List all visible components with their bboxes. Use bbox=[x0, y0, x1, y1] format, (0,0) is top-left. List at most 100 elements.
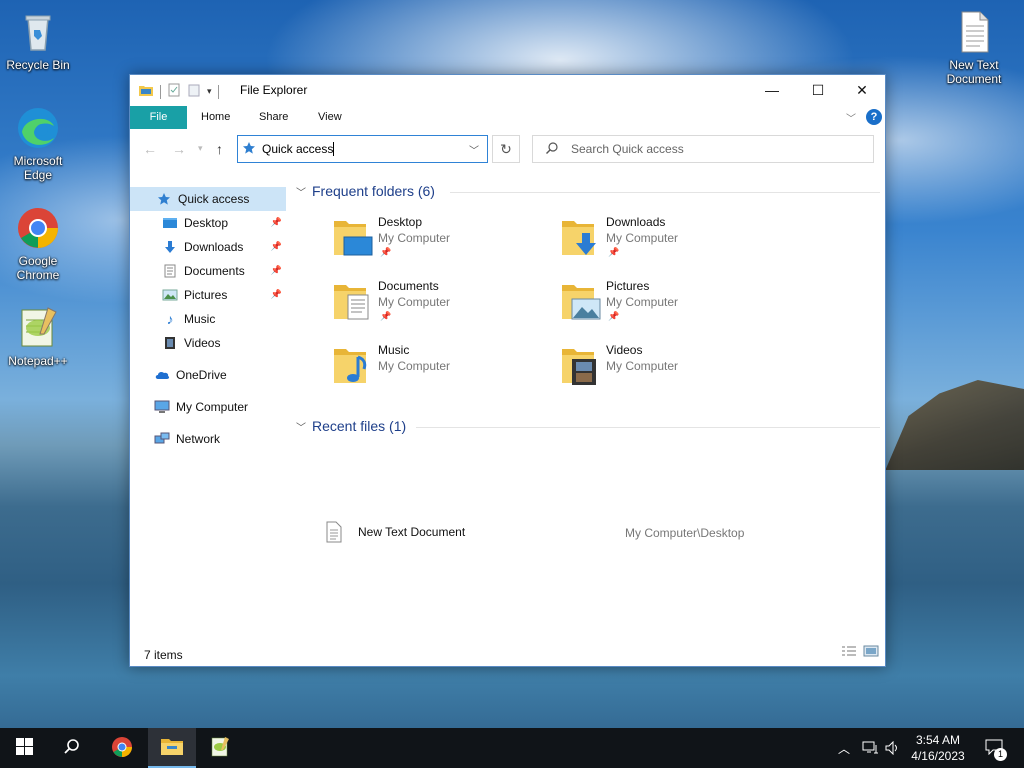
window-title: File Explorer bbox=[240, 83, 308, 97]
taskbar: ︿ 3:54 AM 4/16/2023 1 bbox=[0, 728, 1024, 768]
folder-tile-music[interactable]: Music My Computer bbox=[332, 343, 552, 399]
documents-folder-icon bbox=[332, 279, 376, 323]
desktop-icon-new-text-document[interactable]: New Text Document bbox=[936, 8, 1012, 86]
nav-item-videos[interactable]: Videos bbox=[130, 331, 286, 355]
pin-icon: 📌 bbox=[270, 241, 282, 251]
file-explorer-icon bbox=[160, 736, 184, 759]
properties-icon[interactable] bbox=[167, 83, 181, 100]
nav-item-music[interactable]: ♪ Music bbox=[130, 307, 286, 331]
address-bar[interactable]: Quick access ﹀ bbox=[237, 135, 488, 163]
pin-icon: 📌 bbox=[608, 311, 620, 321]
folder-location: My Computer bbox=[378, 359, 451, 373]
frequent-folders-header[interactable]: ﹀ Frequent folders (6) bbox=[296, 183, 435, 199]
search-box[interactable]: Search Quick access bbox=[532, 135, 874, 163]
file-explorer-window: ▾ File Explorer — ☐ ✕ File Home Share Vi… bbox=[129, 74, 886, 667]
desktop-icon-label: Google Chrome bbox=[16, 254, 60, 282]
expand-ribbon-icon[interactable]: ﹀ bbox=[846, 110, 856, 125]
nav-item-onedrive[interactable]: OneDrive bbox=[130, 363, 286, 387]
start-button[interactable] bbox=[0, 728, 48, 768]
tab-share[interactable]: Share bbox=[245, 106, 302, 129]
chrome-icon bbox=[110, 735, 134, 762]
cloud-icon bbox=[154, 367, 170, 383]
tab-file[interactable]: File bbox=[130, 106, 187, 129]
network-tray-icon[interactable] bbox=[862, 728, 880, 768]
download-arrow-icon bbox=[162, 239, 178, 255]
customize-toolbar-icon[interactable]: ▾ bbox=[207, 86, 212, 97]
quick-access-star-icon bbox=[242, 141, 256, 158]
pin-icon: 📌 bbox=[270, 265, 282, 275]
refresh-icon: ↻ bbox=[500, 140, 512, 157]
notepadpp-icon bbox=[208, 735, 232, 762]
help-icon[interactable]: ? bbox=[866, 109, 882, 125]
folder-tile-desktop[interactable]: Desktop My Computer 📌 bbox=[332, 215, 552, 271]
taskbar-file-explorer[interactable] bbox=[148, 728, 196, 768]
desktop-icon-notepadpp[interactable]: Notepad++ bbox=[0, 304, 76, 368]
nav-item-my-computer[interactable]: My Computer bbox=[130, 395, 286, 419]
taskbar-chrome[interactable] bbox=[98, 728, 146, 768]
search-icon bbox=[545, 141, 559, 158]
new-folder-icon[interactable] bbox=[187, 83, 201, 100]
folder-tile-documents[interactable]: Documents My Computer 📌 bbox=[332, 279, 552, 335]
music-folder-icon bbox=[332, 343, 376, 387]
nav-item-quick-access[interactable]: Quick access bbox=[130, 187, 286, 211]
volume-icon[interactable] bbox=[885, 728, 901, 768]
nav-item-network[interactable]: Network bbox=[130, 427, 286, 451]
folder-location: My Computer bbox=[606, 295, 679, 309]
address-text: Quick access bbox=[262, 142, 334, 156]
desktop-icon-label: Microsoft Edge bbox=[13, 154, 63, 182]
tab-view[interactable]: View bbox=[304, 106, 356, 129]
close-button[interactable]: ✕ bbox=[839, 75, 885, 105]
title-bar[interactable]: ▾ File Explorer — ☐ ✕ bbox=[130, 75, 885, 105]
search-button[interactable] bbox=[48, 728, 96, 768]
folder-tile-videos[interactable]: Videos My Computer bbox=[560, 343, 780, 399]
tab-home[interactable]: Home bbox=[187, 106, 244, 129]
collapse-chevron-icon: ﹀ bbox=[296, 422, 306, 434]
nav-item-label: OneDrive bbox=[176, 368, 227, 382]
folder-tile-downloads[interactable]: Downloads My Computer 📌 bbox=[560, 215, 780, 271]
large-icons-view-icon[interactable] bbox=[863, 645, 879, 660]
forward-arrow-icon[interactable]: → bbox=[172, 141, 186, 157]
pictures-folder-icon bbox=[560, 279, 604, 323]
folder-name: Documents bbox=[378, 279, 439, 293]
minimize-button[interactable]: — bbox=[749, 75, 795, 105]
pin-icon: 📌 bbox=[270, 289, 282, 299]
recent-files-header[interactable]: ﹀ Recent files (1) bbox=[296, 418, 406, 434]
explorer-folder-icon bbox=[138, 82, 154, 101]
desktop-folder-icon bbox=[332, 215, 376, 259]
folder-name: Pictures bbox=[606, 279, 650, 293]
network-icon bbox=[154, 431, 170, 447]
desktop-icon-recycle-bin[interactable]: Recycle Bin bbox=[0, 8, 76, 72]
windows-logo-icon bbox=[15, 738, 33, 758]
computer-icon bbox=[154, 399, 170, 415]
quick-access-toolbar: ▾ bbox=[138, 82, 219, 101]
nav-item-label: Downloads bbox=[184, 240, 244, 254]
recent-locations-icon[interactable]: ▾ bbox=[198, 143, 203, 154]
system-clock[interactable]: 3:54 AM 4/16/2023 bbox=[906, 732, 970, 764]
nav-item-documents[interactable]: Documents 📌 bbox=[130, 259, 286, 283]
toolbar-separator bbox=[217, 84, 219, 99]
nav-item-label: Network bbox=[176, 432, 221, 446]
nav-item-label: Quick access bbox=[178, 192, 250, 206]
folder-location: My Computer bbox=[606, 231, 679, 245]
address-dropdown-icon[interactable]: ﹀ bbox=[469, 142, 479, 157]
taskbar-notepadpp[interactable] bbox=[196, 728, 244, 768]
desktop-icon-label: Notepad++ bbox=[8, 354, 68, 368]
recent-file-row[interactable]: New Text Document My Computer\Desktop bbox=[326, 521, 846, 547]
maximize-button[interactable]: ☐ bbox=[795, 75, 841, 105]
desktop-icon-chrome[interactable]: Google Chrome bbox=[0, 204, 76, 282]
refresh-button[interactable]: ↻ bbox=[492, 135, 520, 163]
navigation-bar: ← → ▾ ↑ Quick access ﹀ ↻ Search Quick ac… bbox=[130, 134, 885, 166]
nav-item-downloads[interactable]: Downloads 📌 bbox=[130, 235, 286, 259]
nav-item-desktop[interactable]: Desktop 📌 bbox=[130, 211, 286, 235]
details-view-icon[interactable] bbox=[841, 645, 857, 660]
back-arrow-icon[interactable]: ← bbox=[143, 141, 157, 157]
nav-item-pictures[interactable]: Pictures 📌 bbox=[130, 283, 286, 307]
desktop-icon-edge[interactable]: Microsoft Edge bbox=[0, 104, 76, 182]
folder-tile-pictures[interactable]: Pictures My Computer 📌 bbox=[560, 279, 780, 335]
show-hidden-icons-chevron[interactable]: ︿ bbox=[838, 728, 850, 768]
notification-center-button[interactable]: 1 bbox=[982, 728, 1007, 768]
section-divider bbox=[416, 427, 880, 428]
up-arrow-icon[interactable]: ↑ bbox=[216, 141, 223, 157]
recent-file-name: New Text Document bbox=[358, 525, 466, 539]
content-pane: ﹀ Frequent folders (6) Desktop My Comput… bbox=[290, 175, 885, 645]
